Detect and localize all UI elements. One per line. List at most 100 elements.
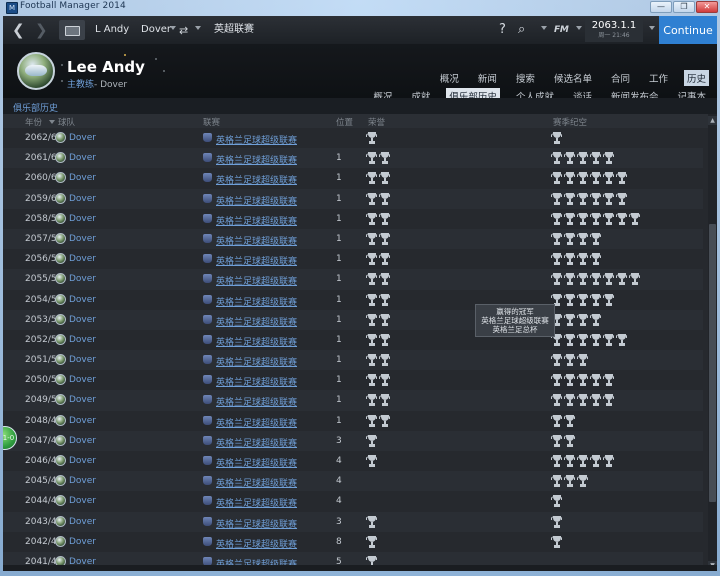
scroll-up-button[interactable]: ▲ bbox=[708, 116, 717, 125]
tab-club-history[interactable]: 俱乐部历史 bbox=[13, 101, 58, 114]
table-row[interactable]: 2059/60 Dover 英格兰足球超级联赛 1 bbox=[3, 188, 703, 211]
table-row[interactable]: 2057/58 Dover 英格兰足球超级联赛 1 bbox=[3, 228, 703, 251]
cell-team[interactable]: Dover bbox=[69, 335, 96, 345]
table-row[interactable]: 2042/43 Dover 英格兰足球超级联赛 8 bbox=[3, 532, 703, 552]
cell-league[interactable]: 英格兰足球超级联赛 bbox=[216, 375, 297, 388]
cell-season-trophies[interactable] bbox=[550, 313, 603, 332]
cell-league[interactable]: 英格兰足球超级联赛 bbox=[216, 295, 297, 308]
cell-league[interactable]: 英格兰足球超级联赛 bbox=[216, 234, 297, 247]
cell-team[interactable]: Dover bbox=[69, 173, 96, 183]
cell-season-trophies[interactable] bbox=[550, 434, 577, 453]
cell-honours[interactable] bbox=[365, 353, 392, 372]
league-chip[interactable]: 英超联赛 bbox=[208, 20, 260, 40]
cell-season-trophies[interactable] bbox=[550, 535, 564, 554]
date-chevron-down-icon[interactable] bbox=[649, 26, 655, 30]
cell-league[interactable]: 英格兰足球超级联赛 bbox=[216, 254, 297, 267]
table-row[interactable]: 2051/52 Dover 英格兰足球超级联赛 1 bbox=[3, 350, 703, 372]
cell-honours[interactable] bbox=[365, 232, 392, 251]
cell-season-trophies[interactable] bbox=[550, 414, 577, 433]
cell-league[interactable]: 英格兰足球超级联赛 bbox=[216, 416, 297, 429]
date-display[interactable]: 2063.1.1 周一 21:46 bbox=[585, 18, 643, 42]
table-row[interactable]: 2048/49 Dover 英格兰足球超级联赛 1 bbox=[3, 411, 703, 431]
cell-team[interactable]: Dover bbox=[69, 476, 96, 486]
search-icon[interactable]: ⌕ bbox=[518, 22, 525, 37]
table-row[interactable]: 2061/62 Dover 英格兰足球超级联赛 1 bbox=[3, 148, 703, 170]
cell-season-trophies[interactable] bbox=[550, 333, 629, 352]
cell-league[interactable]: 英格兰足球超级联赛 bbox=[216, 517, 297, 530]
nav-item-6[interactable]: 历史 bbox=[683, 70, 709, 86]
cell-league[interactable]: 英格兰足球超级联赛 bbox=[216, 194, 297, 207]
cell-season-trophies[interactable] bbox=[550, 192, 629, 211]
table-row[interactable]: 2047/48 Dover 英格兰足球超级联赛 3 bbox=[3, 430, 703, 453]
cell-season-trophies[interactable] bbox=[550, 353, 590, 372]
nav-item-1[interactable]: 新闻 bbox=[475, 70, 500, 86]
cell-honours[interactable] bbox=[365, 293, 392, 312]
table-row[interactable]: 2060/61 Dover 英格兰足球超级联赛 1 bbox=[3, 168, 703, 188]
league-chevron-down-icon[interactable] bbox=[246, 26, 252, 30]
cell-honours[interactable] bbox=[365, 515, 379, 534]
minimize-button[interactable]: — bbox=[650, 1, 672, 13]
table-row[interactable]: 2056/57 Dover 英格兰足球超级联赛 1 bbox=[3, 249, 703, 269]
cell-honours[interactable] bbox=[365, 454, 379, 473]
cell-season-trophies[interactable] bbox=[550, 252, 603, 271]
cell-honours[interactable] bbox=[365, 333, 392, 352]
nav-item-2[interactable]: 搜索 bbox=[513, 70, 538, 86]
nav-item-5[interactable]: 工作 bbox=[646, 70, 671, 86]
table-row[interactable]: 2052/53 Dover 英格兰足球超级联赛 1 bbox=[3, 330, 703, 350]
cell-team[interactable]: Dover bbox=[69, 375, 96, 385]
cell-team[interactable]: Dover bbox=[69, 496, 96, 506]
cell-honours[interactable] bbox=[365, 192, 392, 211]
cell-honours[interactable] bbox=[365, 373, 392, 392]
cell-team[interactable]: Dover bbox=[69, 517, 96, 527]
scrollbar-thumb[interactable] bbox=[709, 224, 716, 502]
cell-season-trophies[interactable] bbox=[550, 151, 616, 170]
help-icon[interactable]: ? bbox=[499, 22, 506, 37]
cell-team[interactable]: Dover bbox=[69, 395, 96, 405]
table-row[interactable]: 2049/50 Dover 英格兰足球超级联赛 1 bbox=[3, 390, 703, 412]
back-arrow-icon[interactable]: ❮ bbox=[12, 21, 25, 39]
screen-icon-chip[interactable] bbox=[59, 20, 85, 40]
cell-season-trophies[interactable] bbox=[550, 494, 564, 513]
cell-honours[interactable] bbox=[365, 393, 392, 412]
sort-chevron-down-icon[interactable] bbox=[49, 120, 55, 124]
cell-league[interactable]: 英格兰足球超级联赛 bbox=[216, 476, 297, 489]
cell-season-trophies[interactable] bbox=[550, 515, 564, 534]
table-row[interactable]: 2062/63 Dover 英格兰足球超级联赛 bbox=[3, 128, 703, 148]
cell-team[interactable]: Dover bbox=[69, 214, 96, 224]
cell-league[interactable]: 英格兰足球超级联赛 bbox=[216, 436, 297, 449]
cell-league[interactable]: 英格兰足球超级联赛 bbox=[216, 456, 297, 469]
cell-league[interactable]: 英格兰足球超级联赛 bbox=[216, 335, 297, 348]
table-row[interactable]: 2044/45 Dover 英格兰足球超级联赛 4 bbox=[3, 491, 703, 511]
nav-item-4[interactable]: 合同 bbox=[608, 70, 633, 86]
cell-season-trophies[interactable] bbox=[550, 131, 564, 150]
cell-season-trophies[interactable] bbox=[550, 393, 616, 412]
table-row[interactable]: 2058/59 Dover 英格兰足球超级联赛 1 bbox=[3, 209, 703, 229]
cell-team[interactable]: Dover bbox=[69, 254, 96, 264]
cell-league[interactable]: 英格兰足球超级联赛 bbox=[216, 274, 297, 287]
cell-honours[interactable] bbox=[365, 434, 379, 453]
table-row[interactable]: 2053/54 Dover 英格兰足球超级联赛 1 bbox=[3, 309, 703, 332]
table-row[interactable]: 2055/56 Dover 英格兰足球超级联赛 1 bbox=[3, 269, 703, 290]
team-chevron-down-icon[interactable] bbox=[195, 26, 201, 30]
cell-season-trophies[interactable] bbox=[550, 232, 603, 251]
cell-season-trophies[interactable] bbox=[550, 293, 616, 312]
cell-league[interactable]: 英格兰足球超级联赛 bbox=[216, 214, 297, 227]
cell-team[interactable]: Dover bbox=[69, 315, 96, 325]
cell-season-trophies[interactable] bbox=[550, 171, 629, 190]
notification-badge[interactable]: 1-0 bbox=[3, 426, 17, 450]
cell-league[interactable]: 英格兰足球超级联赛 bbox=[216, 537, 297, 550]
maximize-button[interactable]: ❐ bbox=[673, 1, 695, 13]
cell-league[interactable]: 英格兰足球超级联赛 bbox=[216, 395, 297, 408]
cell-honours[interactable] bbox=[365, 212, 392, 231]
cell-team[interactable]: Dover bbox=[69, 133, 96, 143]
cell-league[interactable]: 英格兰足球超级联赛 bbox=[216, 315, 297, 328]
nav-item-3[interactable]: 候选名单 bbox=[551, 70, 595, 86]
search-chevron-down-icon[interactable] bbox=[541, 26, 547, 30]
cell-team[interactable]: Dover bbox=[69, 355, 96, 365]
column-header-year[interactable]: 年份 bbox=[25, 116, 42, 128]
cell-season-trophies[interactable] bbox=[550, 474, 590, 493]
cell-team[interactable]: Dover bbox=[69, 274, 96, 284]
cell-team[interactable]: Dover bbox=[69, 537, 96, 547]
table-row[interactable]: 2046/47 Dover 英格兰足球超级联赛 4 bbox=[3, 451, 703, 471]
column-header-position[interactable]: 位置 bbox=[336, 116, 353, 128]
